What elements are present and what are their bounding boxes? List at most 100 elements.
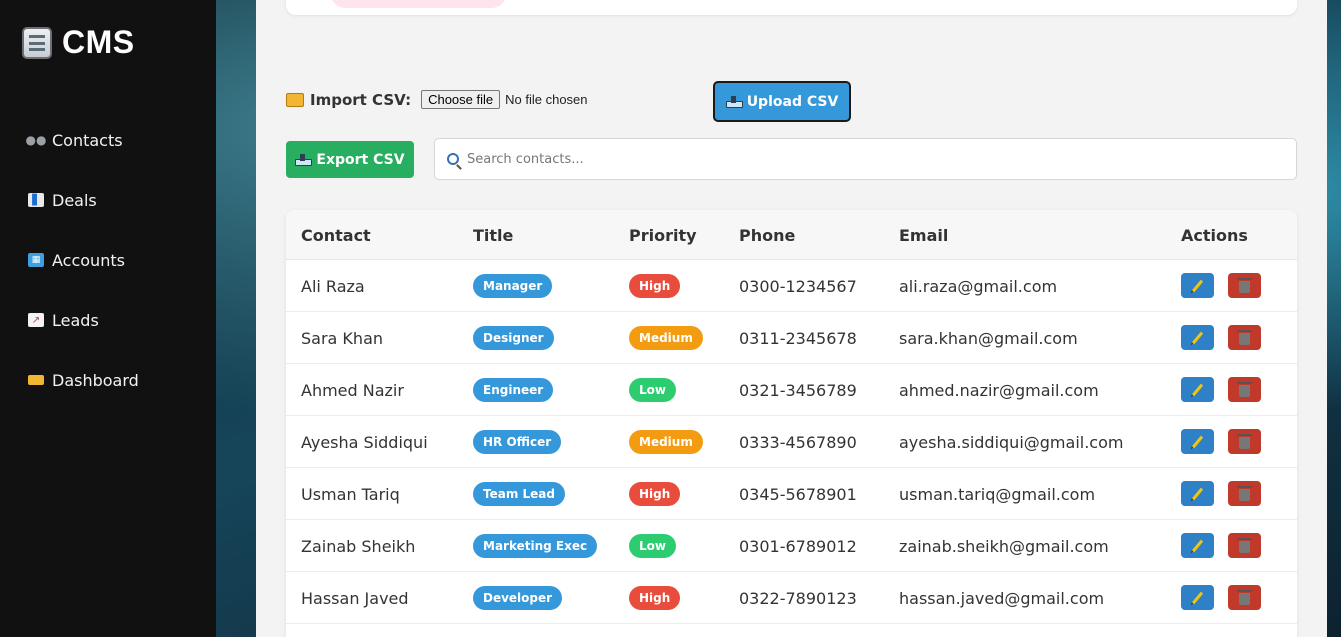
contact-name: Ahmed Nazir [301, 381, 404, 400]
sidebar-nav: ●● Contacts ▋ Deals ▦ Accounts ↗ Leads D… [25, 110, 139, 410]
export-csv-button[interactable]: Export CSV [286, 141, 414, 178]
main-content: Import CSV: Choose file No file chosen U… [256, 0, 1327, 637]
top-card-pill [331, 0, 506, 8]
pencil-icon [1191, 435, 1204, 448]
brand[interactable]: CMS [22, 24, 135, 61]
sidebar-item-label: Contacts [52, 130, 123, 150]
edit-button[interactable] [1181, 377, 1214, 402]
table-row[interactable]: Zainab Sheikh Marketing Exec Low 0301-67890… [286, 520, 1297, 572]
pencil-icon [1191, 539, 1204, 552]
contact-name: Zainab Sheikh [301, 537, 416, 556]
delete-button[interactable] [1228, 325, 1261, 350]
delete-button[interactable] [1228, 533, 1261, 558]
export-csv-label: Export CSV [316, 151, 405, 168]
pencil-icon [1191, 383, 1204, 396]
search-box [434, 138, 1297, 180]
edit-button[interactable] [1181, 585, 1214, 610]
delete-button[interactable] [1228, 377, 1261, 402]
phone-cell: 0333-4567890 [739, 433, 857, 452]
contact-name: Ali Raza [301, 277, 365, 296]
priority-badge: Medium [629, 430, 703, 454]
upload-csv-button[interactable]: Upload CSV [713, 81, 851, 122]
upload-csv-label: Upload CSV [746, 93, 839, 110]
pencil-icon [1191, 279, 1204, 292]
sidebar-item-leads[interactable]: ↗ Leads [28, 290, 139, 350]
table-header: Contact Title Priority Phone Email Actio… [286, 210, 1297, 260]
title-badge: HR Officer [473, 430, 562, 454]
delete-button[interactable] [1228, 429, 1261, 454]
contacts-icon: ●● [25, 133, 47, 147]
column-header-email[interactable]: Email [899, 226, 948, 245]
sidebar-item-label: Dashboard [52, 370, 139, 390]
trash-icon [1237, 329, 1252, 345]
trash-icon [1237, 277, 1252, 293]
export-icon [295, 153, 313, 166]
title-badge: Team Lead [473, 482, 565, 506]
phone-cell: 0301-6789012 [739, 537, 857, 556]
edit-button[interactable] [1181, 429, 1214, 454]
sidebar-item-label: Deals [52, 190, 97, 210]
sidebar-item-contacts[interactable]: ●● Contacts [25, 110, 139, 170]
email-cell: ali.raza@gmail.com [899, 277, 1058, 296]
delete-button[interactable] [1228, 585, 1261, 610]
sidebar-item-accounts[interactable]: ▦ Accounts [28, 230, 139, 290]
import-csv-text: Import CSV: [310, 90, 412, 109]
table-body: Ali Raza Manager High 0300-1234567 ali.raza@… [286, 260, 1297, 624]
sidebar-item-dashboard[interactable]: Dashboard [28, 350, 139, 410]
table-row[interactable]: Sara Khan Designer Medium 0311-2345678 sara.… [286, 312, 1297, 364]
contact-name: Usman Tariq [301, 485, 400, 504]
search-icon [447, 153, 459, 165]
import-csv-label: Import CSV: [286, 91, 411, 109]
trash-icon [1237, 381, 1252, 397]
column-header-priority[interactable]: Priority [629, 226, 697, 245]
trash-icon [1237, 485, 1252, 501]
phone-cell: 0321-3456789 [739, 381, 857, 400]
priority-badge: Low [629, 534, 676, 558]
sidebar-item-deals[interactable]: ▋ Deals [28, 170, 139, 230]
delete-button[interactable] [1228, 481, 1261, 506]
priority-badge: High [629, 482, 681, 506]
email-cell: zainab.sheikh@gmail.com [899, 537, 1109, 556]
trend-up-icon: ↗ [28, 313, 44, 327]
clipboard-logo-icon [22, 26, 52, 59]
title-badge: Marketing Exec [473, 534, 598, 558]
trash-icon [1237, 433, 1252, 449]
search-input[interactable] [467, 151, 1267, 167]
folder-icon [28, 375, 44, 385]
table-row[interactable]: Ayesha Siddiqui HR Officer Medium 0333-4567… [286, 416, 1297, 468]
trash-icon [1237, 589, 1252, 605]
email-cell: ahmed.nazir@gmail.com [899, 381, 1099, 400]
table-row[interactable]: Ahmed Nazir Engineer Low 0321-3456789 ahmed.… [286, 364, 1297, 416]
pencil-icon [1191, 591, 1204, 604]
bar-chart-icon: ▋ [28, 193, 44, 207]
title-badge: Developer [473, 586, 563, 610]
sidebar: CMS ●● Contacts ▋ Deals ▦ Accounts ↗ Lea… [0, 0, 216, 637]
priority-badge: Medium [629, 326, 703, 350]
edit-button[interactable] [1181, 481, 1214, 506]
phone-cell: 0322-7890123 [739, 589, 857, 608]
sidebar-item-label: Leads [52, 310, 99, 330]
pencil-icon [1191, 331, 1204, 344]
edit-button[interactable] [1181, 325, 1214, 350]
edit-button[interactable] [1181, 533, 1214, 558]
title-badge: Manager [473, 274, 553, 298]
trash-icon [1237, 537, 1252, 553]
title-badge: Designer [473, 326, 554, 350]
building-icon: ▦ [28, 253, 44, 267]
file-status: No file chosen [505, 92, 588, 107]
choose-file-button[interactable]: Choose file [421, 90, 501, 109]
column-header-phone[interactable]: Phone [739, 226, 795, 245]
column-header-actions: Actions [1181, 226, 1248, 245]
delete-button[interactable] [1228, 273, 1261, 298]
table-row[interactable]: Usman Tariq Team Lead High 0345-5678901 usma… [286, 468, 1297, 520]
column-header-contact[interactable]: Contact [301, 226, 371, 245]
contacts-table: Contact Title Priority Phone Email Actio… [286, 210, 1297, 637]
edit-button[interactable] [1181, 273, 1214, 298]
pencil-icon [1191, 487, 1204, 500]
phone-cell: 0300-1234567 [739, 277, 857, 296]
table-row[interactable]: Ali Raza Manager High 0300-1234567 ali.raza@… [286, 260, 1297, 312]
column-header-title[interactable]: Title [473, 226, 513, 245]
brand-title: CMS [62, 24, 135, 60]
table-row[interactable]: Hassan Javed Developer High 0322-7890123 has… [286, 572, 1297, 624]
priority-badge: High [629, 586, 681, 610]
